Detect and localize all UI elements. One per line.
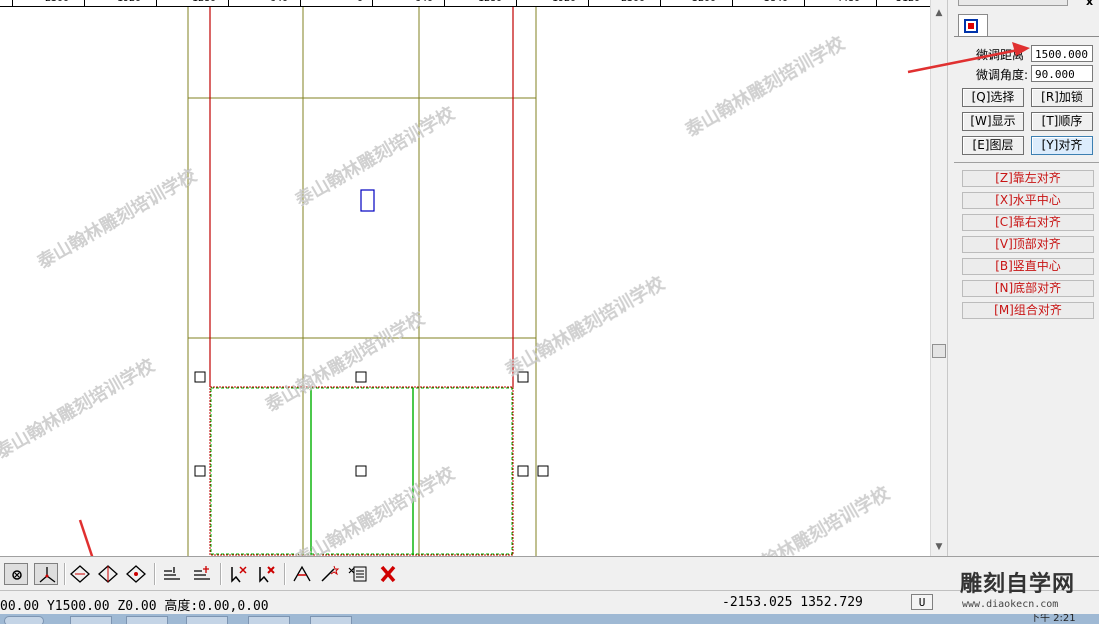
close-icon[interactable]: x	[1086, 0, 1093, 8]
select-button[interactable]: [Q]选择	[962, 88, 1024, 107]
align-right-button[interactable]: [C]靠右对齐	[962, 214, 1094, 231]
layer-button[interactable]: [E]图层	[962, 136, 1024, 155]
taskbar-app[interactable]	[70, 616, 112, 624]
align-group-button[interactable]: [M]组合对齐	[962, 302, 1094, 319]
align-vcenter-button[interactable]: [B]竖直中心	[962, 258, 1094, 275]
watermarks: 泰山翰林雕刻培训学校 泰山翰林雕刻培训学校 泰山翰林雕刻培训学校 泰山翰林雕刻培…	[0, 32, 894, 556]
diamond-align-icon[interactable]	[124, 563, 148, 585]
pointer-remove-icon[interactable]	[254, 563, 278, 585]
pointer-add-icon[interactable]	[226, 563, 250, 585]
cut-tool-icon[interactable]	[290, 563, 314, 585]
ruler-label: 5120	[896, 0, 920, 4]
windows-taskbar: 下午 2:21	[0, 614, 1099, 624]
watermark-text: 泰山翰林雕刻培训学校	[501, 272, 670, 382]
align-bottom-button[interactable]: [N]底部对齐	[962, 280, 1094, 297]
watermark-text: 泰山翰林雕刻培训学校	[33, 164, 202, 274]
selection-handle	[355, 371, 367, 383]
scroll-up-icon[interactable]: ▲	[933, 7, 945, 19]
ruler-label: 3200	[692, 0, 716, 4]
ruler-label: 2300	[45, 0, 69, 4]
selection-handle	[194, 465, 206, 477]
align-hcenter-button[interactable]: [X]水平中心	[962, 192, 1094, 209]
diamond-rotate-icon[interactable]	[68, 563, 92, 585]
wand-tool-icon[interactable]	[318, 563, 342, 585]
stack-color-icon[interactable]	[190, 563, 214, 585]
taskbar-clock: 下午 2:21	[1030, 614, 1076, 624]
ruler-label: 1920	[117, 0, 141, 4]
ruler-label: 1920	[552, 0, 576, 4]
stack-icon[interactable]	[160, 563, 184, 585]
site-logo: 雕刻自学网	[960, 572, 1076, 597]
fine-angle-label: 微调角度:	[976, 68, 1029, 82]
diamond-mirror-icon[interactable]	[96, 563, 120, 585]
ruler-label: 1280	[478, 0, 502, 4]
taskbar-app[interactable]	[126, 616, 168, 624]
canvas-drawing[interactable]: 泰山翰林雕刻培训学校 泰山翰林雕刻培训学校 泰山翰林雕刻培训学校 泰山翰林雕刻培…	[0, 7, 930, 556]
selection-handle	[355, 465, 367, 477]
ruler-label: 0	[357, 0, 363, 4]
watermark-text: 泰山翰林雕刻培训学校	[261, 307, 430, 417]
show-button[interactable]: [W]显示	[962, 112, 1024, 131]
status-bar: 00.00 Y1500.00 Z0.00 高度:0.00,0.00 -2153.…	[0, 590, 1099, 615]
list-edit-icon[interactable]	[346, 563, 370, 585]
small-blue-rect	[360, 189, 375, 212]
align-top-button[interactable]: [V]顶部对齐	[962, 236, 1094, 253]
watermark-text: 泰山翰林雕刻培训学校	[291, 462, 460, 556]
ruler-label: 1280	[192, 0, 216, 4]
watermark-text: 泰山翰林雕刻培训学校	[726, 482, 895, 556]
lock-button[interactable]: [R]加锁	[1031, 88, 1093, 107]
selection-handle	[537, 465, 549, 477]
taskbar-app[interactable]	[248, 616, 290, 624]
axis-icon[interactable]	[34, 563, 58, 585]
selection-handle	[194, 371, 206, 383]
watermark-text: 泰山翰林雕刻培训学校	[0, 354, 159, 464]
right-panel: x 微调距离 1500.000 微调角度: 90.000 [Q]选择 [R]加锁…	[954, 0, 1099, 556]
bottom-toolbar	[0, 556, 1099, 591]
watermark-text: 泰山翰林雕刻培训学校	[681, 32, 850, 142]
ruler-label: 3840	[764, 0, 788, 4]
unit-button[interactable]: U	[911, 594, 933, 610]
drawing-canvas[interactable]: 泰山翰林雕刻培训学校 泰山翰林雕刻培训学校 泰山翰林雕刻培训学校 泰山翰林雕刻培…	[0, 7, 930, 556]
scroll-down-icon[interactable]: ▼	[933, 541, 945, 553]
site-logo-url: www.diaokecn.com	[962, 599, 1059, 610]
order-button[interactable]: [T]顺序	[1031, 112, 1093, 131]
delete-icon[interactable]	[376, 563, 400, 585]
selection-handle	[517, 465, 529, 477]
align-tab-icon[interactable]	[958, 14, 988, 37]
align-left-button[interactable]: [Z]靠左对齐	[962, 170, 1094, 187]
panel-top-strip: x	[954, 0, 1099, 8]
ruler-label: 640	[415, 0, 433, 4]
fine-angle-input[interactable]: 90.000	[1031, 65, 1093, 82]
vertical-scrollbar[interactable]: ▲ ▼	[930, 0, 948, 556]
taskbar-app[interactable]	[186, 616, 228, 624]
taskbar-app[interactable]	[310, 616, 352, 624]
coordinates-readout: 00.00 Y1500.00 Z0.00 高度:0.00,0.00	[0, 599, 269, 614]
ruler-label: 2300	[621, 0, 645, 4]
watermark-text: 泰山翰林雕刻培训学校	[291, 102, 460, 212]
snap-point-icon[interactable]	[4, 563, 28, 585]
ruler-label: 640	[270, 0, 288, 4]
ruler-label: 4480	[836, 0, 860, 4]
fine-distance-input[interactable]: 1500.000	[1031, 45, 1093, 62]
fine-distance-label: 微调距离	[976, 48, 1025, 62]
align-button[interactable]: [Y]对齐	[1031, 136, 1093, 155]
top-ruler: 2300 1920 1280 640 0 640 1280 1920 2300 …	[0, 0, 930, 7]
scroll-thumb[interactable]	[932, 344, 946, 358]
start-icon[interactable]	[4, 616, 44, 624]
cursor-position: -2153.025 1352.729	[722, 595, 863, 610]
